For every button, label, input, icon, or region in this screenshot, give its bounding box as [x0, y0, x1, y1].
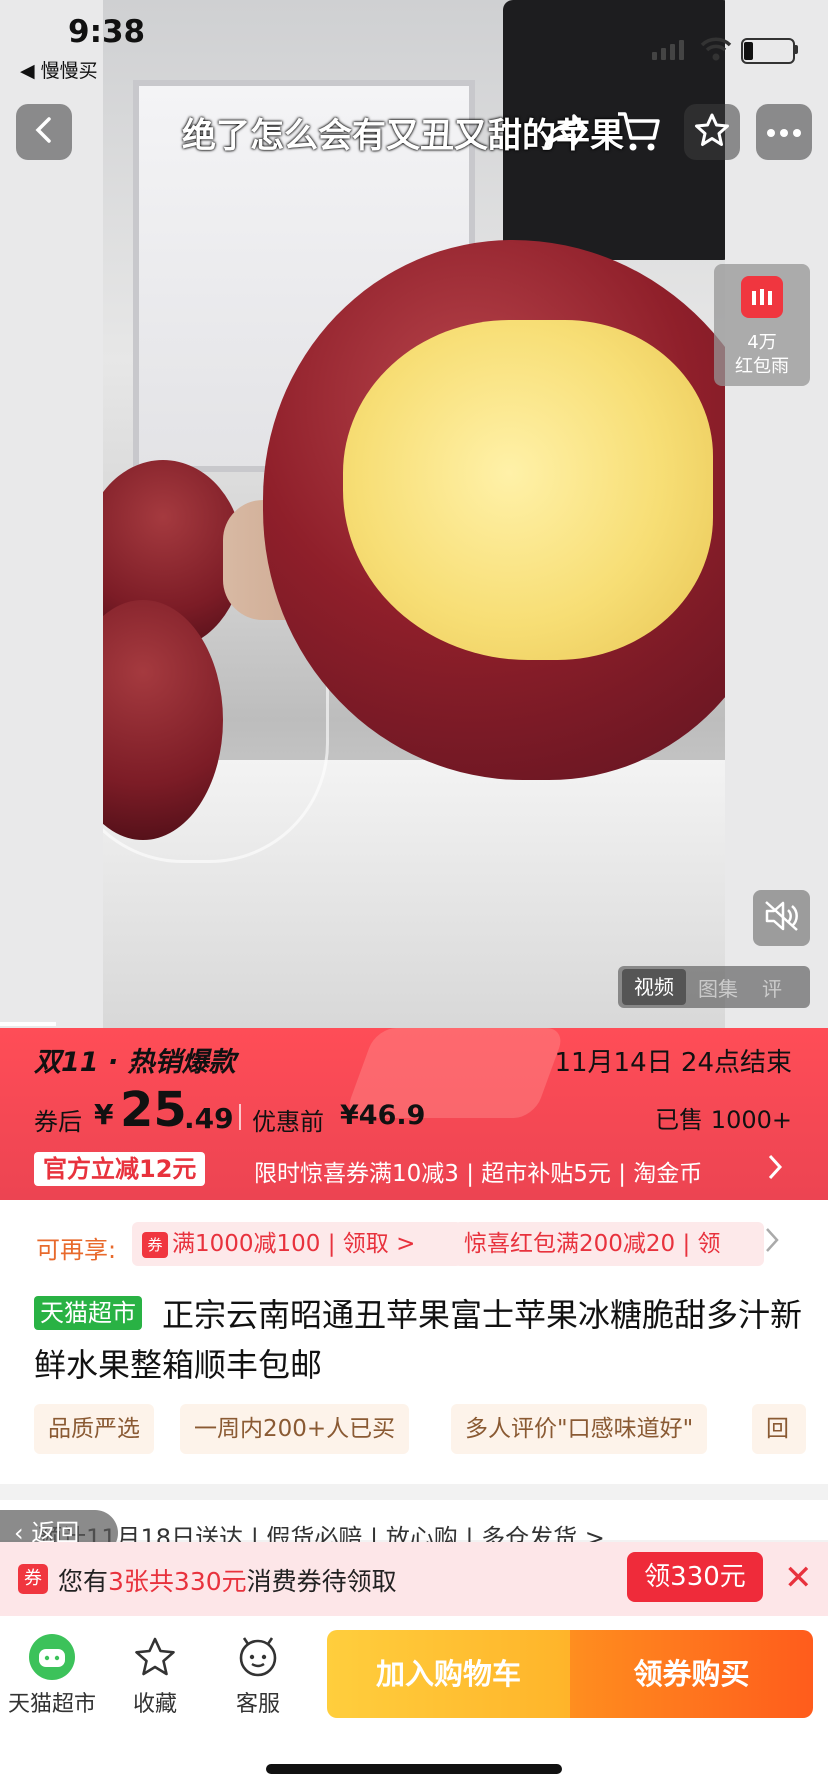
- nav-favorite-label: 收藏: [132, 1692, 177, 1717]
- tab-reviews[interactable]: 评: [750, 973, 794, 1002]
- nav-tmall-market[interactable]: 天猫超市: [2, 1634, 102, 1718]
- nav-customer-service-label: 客服: [235, 1692, 280, 1717]
- sold-count: 已售 1000+: [655, 1106, 792, 1134]
- price-symbol: ¥: [94, 1098, 114, 1131]
- nav-tmall-market-label: 天猫超市: [7, 1692, 96, 1717]
- coupon-chip-1000-100[interactable]: 券满1000减100 | 领取 >: [132, 1222, 462, 1266]
- battery-level: [744, 42, 753, 60]
- claim-coupon-button[interactable]: 领330元: [627, 1552, 763, 1602]
- official-discount-badge: 官方立减12元: [34, 1152, 206, 1186]
- chevron-left-icon: [32, 116, 56, 148]
- coupon-chip-text: 满1000减100 | 领取 >: [172, 1231, 416, 1257]
- coupon-ticket-icon: 券: [18, 1564, 48, 1594]
- red-packet-rain-widget[interactable]: 4万 红包雨: [714, 264, 810, 386]
- tag-quality: 品质严选: [34, 1404, 154, 1454]
- add-to-cart-button[interactable]: 加入购物车: [327, 1630, 570, 1718]
- status-back-app[interactable]: ◀ 慢慢买: [20, 56, 98, 83]
- star-outline-icon: [132, 1634, 178, 1680]
- tmall-market-badge: 天猫超市: [34, 1296, 142, 1330]
- apple-bite-flesh: [343, 320, 713, 660]
- speaker-muted-icon: [763, 899, 801, 937]
- promo-benefits[interactable]: 限时惊喜券满10减3 | 超市补贴5元 | 淘金币: [254, 1154, 754, 1188]
- coupon-notice-text: 您有3张共330元消费券待领取: [58, 1562, 397, 1598]
- status-time: 9:38: [68, 14, 146, 50]
- more-dots-icon: [766, 123, 802, 142]
- red-packet-icon: [741, 276, 783, 318]
- media-tabs: 视频 图集 评: [618, 966, 810, 1008]
- tag-weekly-buyers: 一周内200+人已买: [180, 1404, 410, 1454]
- mute-button[interactable]: [753, 890, 810, 946]
- tmall-cat-icon: [29, 1634, 75, 1680]
- price-label: 券后: [34, 1108, 82, 1136]
- signal-icon: [652, 40, 692, 60]
- back-button[interactable]: [16, 104, 72, 160]
- close-icon[interactable]: ✕: [784, 1558, 813, 1598]
- price-divider: [239, 1104, 241, 1130]
- product-title: 正宗云南昭通丑苹果富士苹果冰糖脆甜多汁新鲜水果整箱顺丰包邮: [34, 1296, 803, 1384]
- service-face-icon: [235, 1634, 281, 1680]
- share-icon[interactable]: [540, 110, 590, 154]
- video-progress-bar[interactable]: [0, 1022, 56, 1026]
- battery-tip: [795, 45, 798, 54]
- nav-customer-service[interactable]: 客服: [208, 1634, 308, 1718]
- nav-favorite[interactable]: 收藏: [105, 1634, 205, 1718]
- tab-video[interactable]: 视频: [622, 969, 686, 1005]
- promo-event-title: 双11 · 热销爆款: [34, 1047, 236, 1078]
- more-button[interactable]: [756, 104, 812, 160]
- extra-coupon-label: 可再享:: [36, 1236, 117, 1264]
- tag-partial: 回: [752, 1404, 806, 1454]
- wifi-icon: [700, 36, 732, 62]
- cart-icon[interactable]: [614, 108, 662, 154]
- coupon-icon: 券: [142, 1231, 168, 1258]
- favorite-button[interactable]: [684, 104, 740, 160]
- notice-prefix: 您有: [58, 1567, 109, 1596]
- home-indicator: [266, 1764, 562, 1774]
- price-integer: 25: [120, 1082, 187, 1138]
- chevron-right-icon[interactable]: [766, 1152, 784, 1189]
- tab-gallery[interactable]: 图集: [686, 973, 750, 1002]
- product-video-area[interactable]: 9:38 ◀ 慢慢买 绝了怎么会有又丑又甜的苹果 4万 红包雨 视频 图集 评: [0, 0, 828, 1028]
- coupon-chevron-right-icon[interactable]: [764, 1226, 780, 1261]
- price-decimal: .49: [184, 1102, 234, 1135]
- coupon-chip-red-packet[interactable]: 惊喜红包满200减20 | 领: [454, 1222, 764, 1266]
- star-icon: [693, 112, 731, 152]
- notice-suffix: 消费券待领取: [246, 1567, 397, 1596]
- original-price: ¥46.9: [340, 1100, 426, 1131]
- notice-highlight: 3张共330元: [108, 1567, 247, 1596]
- promo-end-time: 11月14日 24点结束: [554, 1048, 792, 1078]
- red-packet-amount: 4万: [747, 332, 777, 353]
- red-packet-label: 红包雨: [735, 356, 789, 377]
- tag-reviews: 多人评价"口感味道好": [451, 1404, 708, 1454]
- original-price-label: 优惠前: [252, 1108, 324, 1136]
- claim-and-buy-button[interactable]: 领券购买: [570, 1630, 813, 1718]
